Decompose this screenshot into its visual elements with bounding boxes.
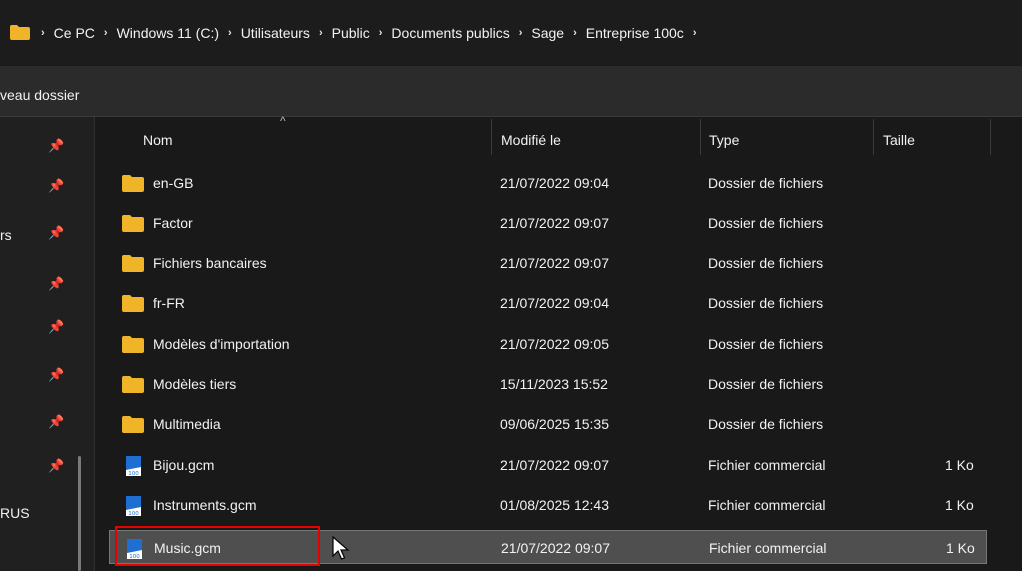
gcm-file-icon: 100	[126, 456, 141, 476]
folder-icon	[10, 25, 30, 40]
file-type: Fichier commercial	[708, 457, 826, 473]
file-name: Modèles tiers	[153, 376, 237, 392]
file-type: Dossier de fichiers	[708, 215, 824, 231]
file-type: Dossier de fichiers	[708, 416, 824, 432]
nav-item-label[interactable]: RUS	[0, 505, 30, 521]
nav-scrollbar[interactable]	[78, 456, 81, 571]
file-type: Fichier commercial	[709, 540, 827, 556]
chevron-right-icon[interactable]: ›	[310, 27, 332, 39]
folder-icon	[122, 295, 144, 312]
file-modified: 21/07/2022 09:07	[501, 540, 610, 556]
file-modified: 09/06/2025 15:35	[500, 416, 609, 432]
folder-icon	[122, 215, 144, 232]
sort-ascending-icon: ^	[280, 114, 286, 128]
file-type: Dossier de fichiers	[708, 295, 824, 311]
new-folder-button[interactable]: veau dossier	[0, 87, 79, 103]
breadcrumb-utilisateurs[interactable]: Utilisateurs	[241, 25, 310, 41]
breadcrumb-documents-publics[interactable]: Documents publics	[391, 25, 509, 41]
svg-text:100: 100	[128, 471, 139, 476]
column-divider[interactable]	[491, 119, 492, 155]
column-header-row: ^ Nom Modifié le Type Taille	[95, 114, 1022, 157]
file-type: Dossier de fichiers	[708, 175, 824, 191]
pin-icon[interactable]: 📌	[48, 368, 64, 382]
file-name: Bijou.gcm	[153, 457, 215, 473]
pin-icon[interactable]: 📌	[48, 179, 64, 193]
file-name: Multimedia	[153, 416, 221, 432]
list-item[interactable]: en-GB 21/07/2022 09:04 Dossier de fichie…	[109, 166, 987, 200]
breadcrumb-windows-11[interactable]: Windows 11 (C:)	[117, 25, 219, 41]
file-list: ^ Nom Modifié le Type Taille en-GB 21/07…	[95, 114, 1022, 571]
file-modified: 21/07/2022 09:07	[500, 457, 609, 473]
chevron-right-icon[interactable]: ›	[370, 27, 392, 39]
file-modified: 21/07/2022 09:07	[500, 215, 609, 231]
file-modified: 21/07/2022 09:05	[500, 336, 609, 352]
column-divider[interactable]	[990, 119, 991, 155]
file-type: Fichier commercial	[708, 497, 826, 513]
folder-icon	[122, 255, 144, 272]
list-item[interactable]: Multimedia 09/06/2025 15:35 Dossier de f…	[109, 407, 987, 441]
file-name: fr-FR	[153, 295, 185, 311]
list-item[interactable]: Fichiers bancaires 21/07/2022 09:07 Doss…	[109, 246, 987, 280]
mouse-cursor-icon	[332, 536, 350, 560]
column-header-modified[interactable]: Modifié le	[501, 132, 561, 148]
file-type: Dossier de fichiers	[708, 336, 824, 352]
chevron-right-icon[interactable]: ›	[95, 27, 117, 39]
file-type: Dossier de fichiers	[708, 255, 824, 271]
file-modified: 01/08/2025 12:43	[500, 497, 609, 513]
file-name: Instruments.gcm	[153, 497, 257, 513]
file-name: Modèles d'importation	[153, 336, 290, 352]
list-item[interactable]: Modèles tiers 15/11/2023 15:52 Dossier d…	[109, 367, 987, 401]
breadcrumb: › Ce PC › Windows 11 (C:) › Utilisateurs…	[32, 22, 705, 44]
pin-icon[interactable]: 📌	[48, 139, 64, 153]
file-size: 1 Ko	[945, 457, 974, 473]
chevron-right-icon[interactable]: ›	[684, 27, 706, 39]
file-size: 1 Ko	[945, 497, 974, 513]
pin-icon[interactable]: 📌	[48, 226, 64, 240]
column-divider[interactable]	[873, 119, 874, 155]
list-item[interactable]: 100 Bijou.gcm 21/07/2022 09:07 Fichier c…	[109, 448, 987, 482]
breadcrumb-sage[interactable]: Sage	[531, 25, 564, 41]
chevron-right-icon[interactable]: ›	[564, 27, 586, 39]
file-size: 1 Ko	[946, 540, 975, 556]
file-modified: 15/11/2023 15:52	[500, 376, 608, 392]
column-header-name[interactable]: Nom	[143, 132, 173, 148]
file-modified: 21/07/2022 09:04	[500, 295, 609, 311]
column-divider[interactable]	[700, 119, 701, 155]
gcm-file-icon: 100	[126, 496, 141, 516]
breadcrumb-entreprise-100c[interactable]: Entreprise 100c	[586, 25, 684, 41]
highlight-box	[115, 526, 320, 566]
file-name: Factor	[153, 215, 193, 231]
folder-icon	[122, 336, 144, 353]
file-name: Fichiers bancaires	[153, 255, 267, 271]
file-type: Dossier de fichiers	[708, 376, 824, 392]
svg-text:100: 100	[128, 511, 139, 516]
file-modified: 21/07/2022 09:04	[500, 175, 609, 191]
column-header-size[interactable]: Taille	[883, 132, 915, 148]
folder-icon	[122, 416, 144, 433]
command-bar: veau dossier	[0, 66, 1022, 117]
chevron-right-icon[interactable]: ›	[219, 27, 241, 39]
file-modified: 21/07/2022 09:07	[500, 255, 609, 271]
pin-icon[interactable]: 📌	[48, 277, 64, 291]
pin-icon[interactable]: 📌	[48, 320, 64, 334]
list-item[interactable]: 100 Instruments.gcm 01/08/2025 12:43 Fic…	[109, 488, 987, 522]
nav-item-label[interactable]: rs	[0, 227, 12, 243]
file-name: en-GB	[153, 175, 194, 191]
list-item[interactable]: Modèles d'importation 21/07/2022 09:05 D…	[109, 327, 987, 361]
list-item[interactable]: fr-FR 21/07/2022 09:04 Dossier de fichie…	[109, 286, 987, 320]
chevron-right-icon[interactable]: ›	[510, 27, 532, 39]
folder-icon	[122, 376, 144, 393]
address-bar[interactable]: › Ce PC › Windows 11 (C:) › Utilisateurs…	[0, 0, 1022, 65]
list-item[interactable]: Factor 21/07/2022 09:07 Dossier de fichi…	[109, 206, 987, 240]
breadcrumb-public[interactable]: Public	[332, 25, 370, 41]
chevron-right-icon: ›	[41, 27, 45, 39]
column-header-type[interactable]: Type	[709, 132, 739, 148]
pin-icon[interactable]: 📌	[48, 459, 64, 473]
folder-icon	[122, 175, 144, 192]
pin-icon[interactable]: 📌	[48, 415, 64, 429]
breadcrumb-ce-pc[interactable]: Ce PC	[54, 25, 95, 41]
